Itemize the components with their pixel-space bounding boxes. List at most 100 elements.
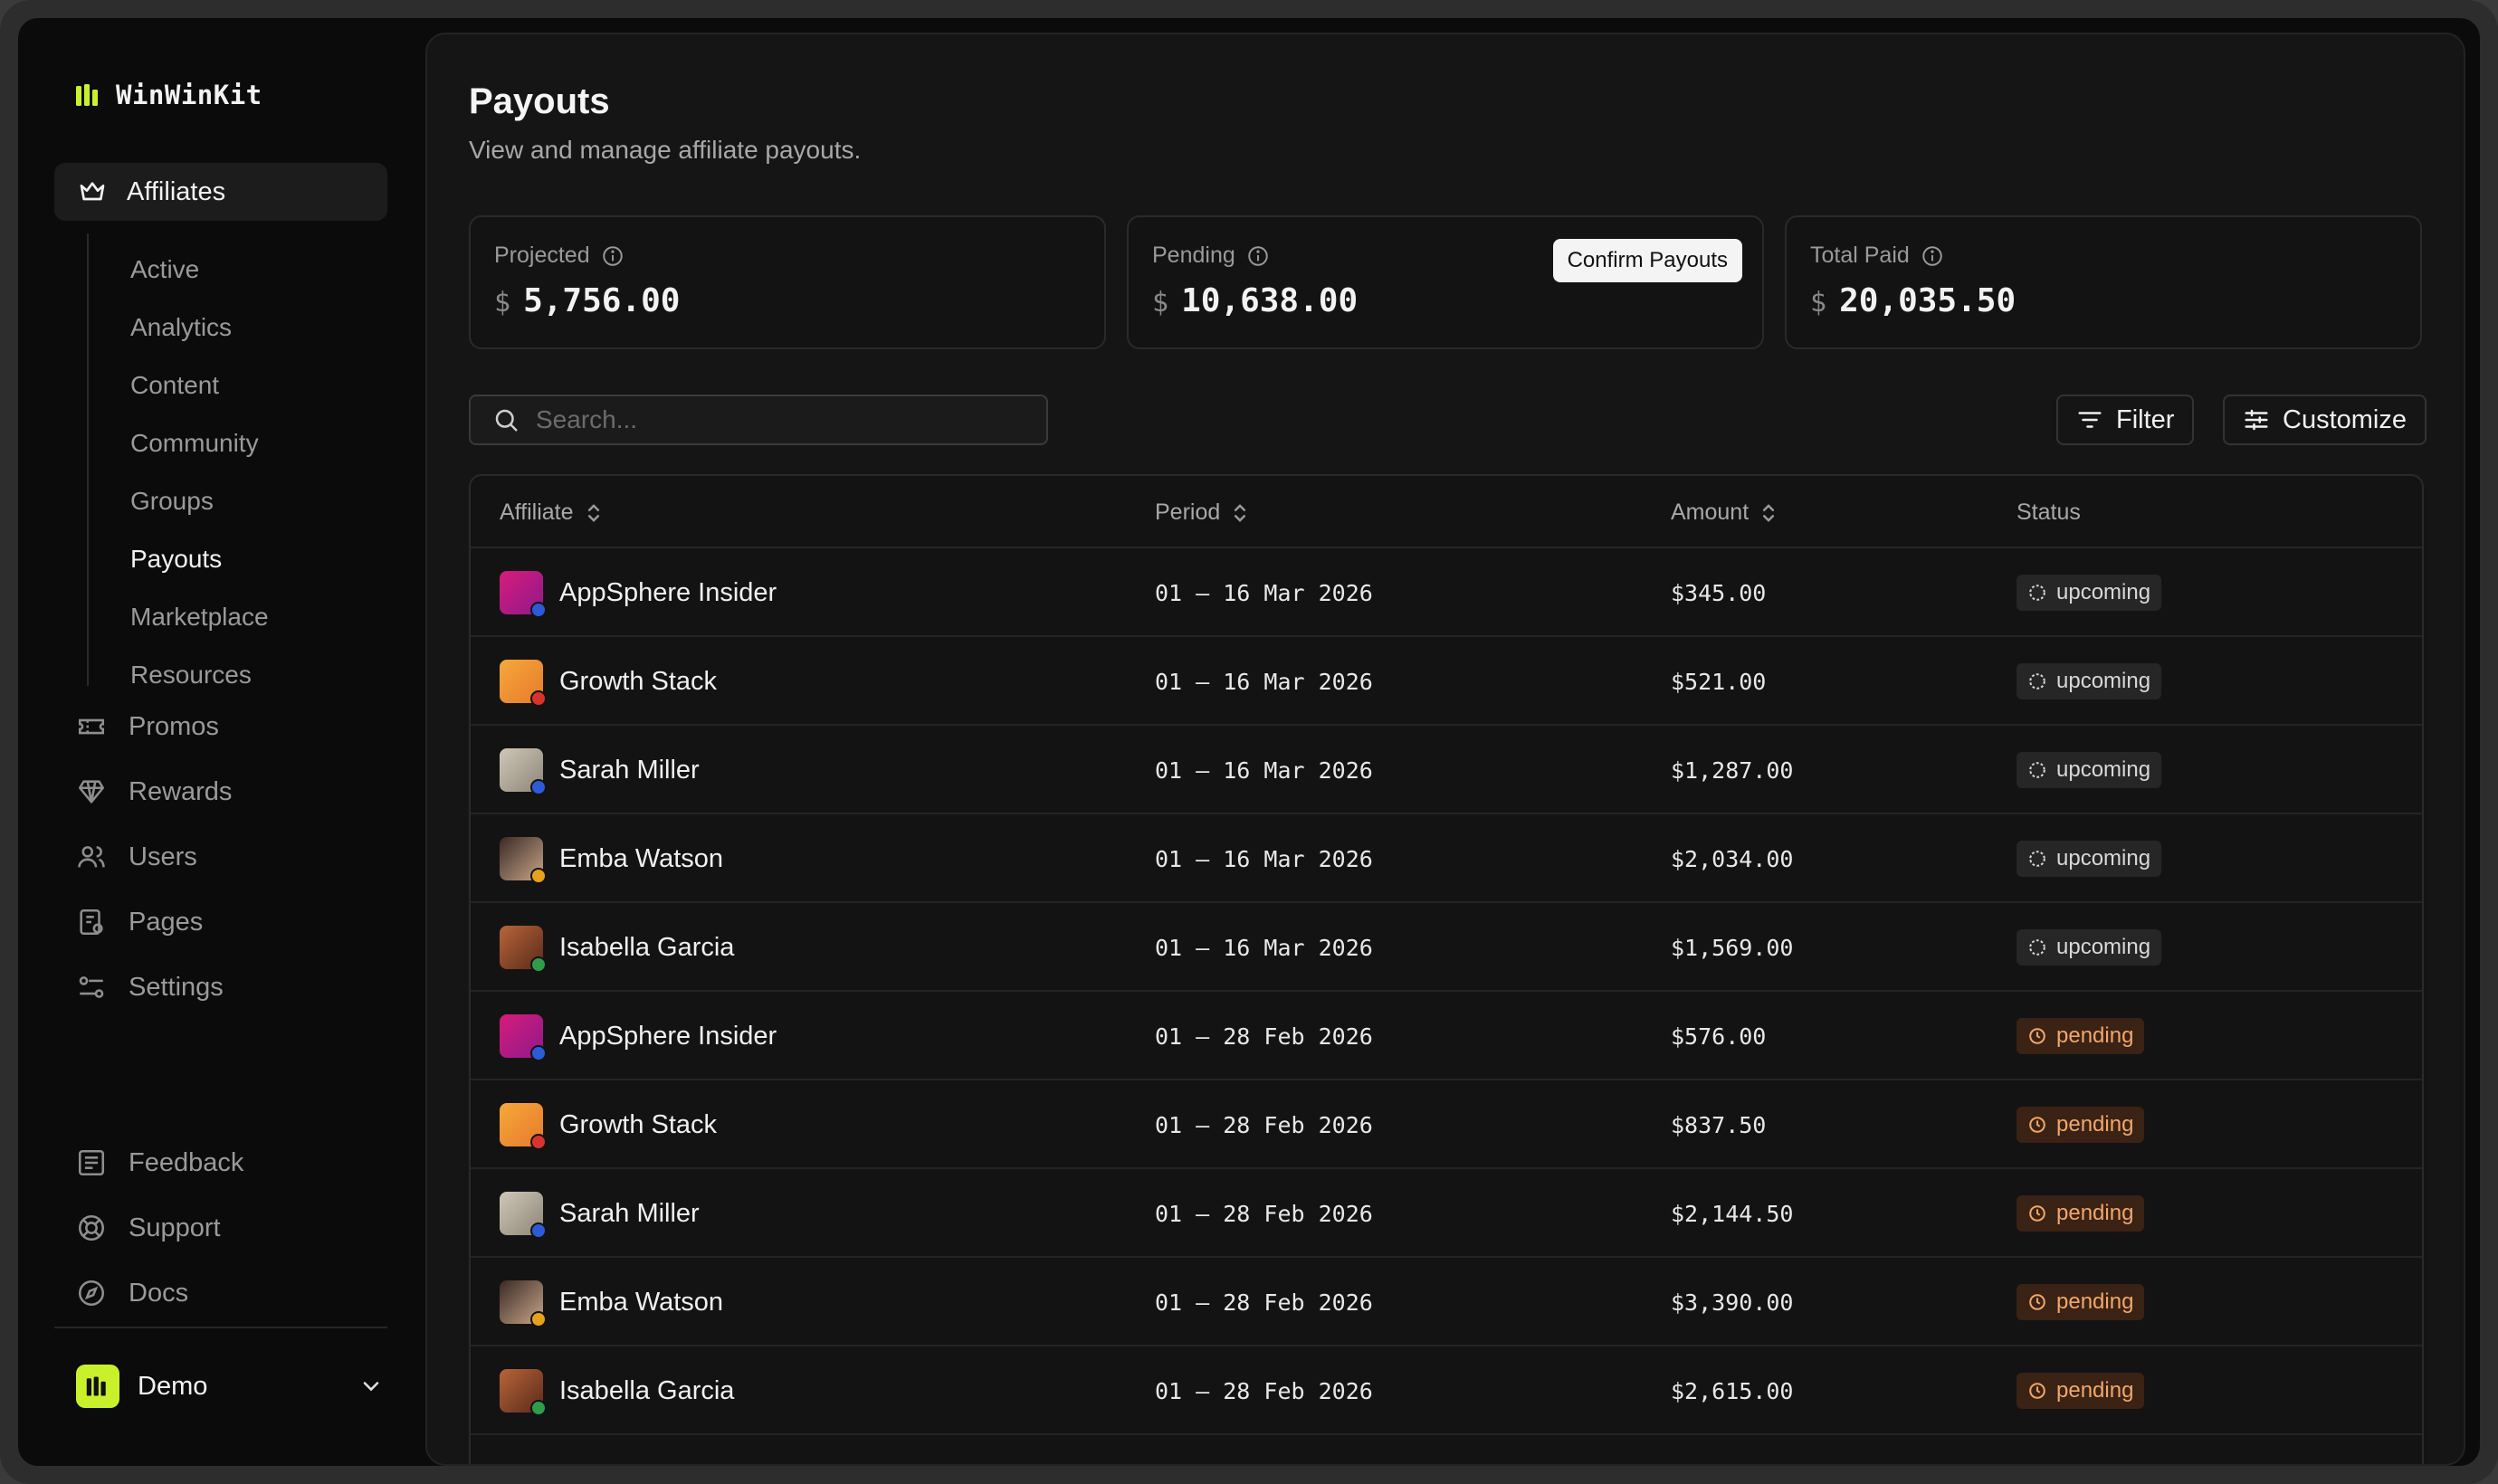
search-input[interactable]: Search...: [469, 395, 1048, 445]
period-cell: 01 – 16 Mar 2026: [1155, 548, 1373, 637]
affiliate-name[interactable]: Isabella Garcia: [559, 933, 734, 963]
sidebar-item-users[interactable]: Users: [76, 842, 197, 872]
status-label: pending: [2056, 1289, 2134, 1314]
status-label: pending: [2056, 1112, 2134, 1137]
column-header-affiliate[interactable]: Affiliate: [500, 499, 603, 526]
avatar: [500, 1280, 547, 1327]
status-cell: upcoming: [2017, 548, 2162, 637]
table-row[interactable]: Growth Stack 01 – 28 Feb 2026 $837.50 pe…: [471, 1080, 2422, 1169]
sidebar-item-docs[interactable]: Docs: [76, 1278, 188, 1308]
sidebar-item-affiliates[interactable]: Affiliates: [54, 163, 387, 221]
country-flag-icon: [530, 1045, 547, 1061]
info-icon[interactable]: [1246, 244, 1270, 268]
pending-card: Pending $ 10,638.00 Confirm Payouts: [1127, 215, 1764, 349]
table-row[interactable]: Isabella Garcia 01 – 16 Mar 2026 $1,569.…: [471, 903, 2422, 992]
sidebar-item-pages[interactable]: Pages: [76, 907, 203, 937]
sidebar-item-promos[interactable]: Promos: [76, 711, 219, 742]
table-row[interactable]: Emba Watson 01 – 28 Feb 2026 $3,390.00 p…: [471, 1258, 2422, 1346]
affiliate-name[interactable]: Growth Stack: [559, 1110, 717, 1140]
status-badge: upcoming: [2017, 752, 2162, 788]
avatar: [500, 837, 547, 884]
pending-label: Pending: [1152, 243, 1235, 268]
amount-cell: $1,569.00: [1671, 903, 1793, 992]
subnav-item-active[interactable]: Active: [130, 255, 199, 284]
sidebar-item-settings[interactable]: Settings: [76, 972, 224, 1003]
period-cell: 01 – 16 Mar 2026: [1155, 814, 1373, 903]
amount-cell: $2,034.00: [1671, 814, 1793, 903]
affiliate-cell: AppSphere Insider: [500, 992, 777, 1080]
affiliate-name[interactable]: Sarah Miller: [559, 756, 700, 785]
subnav-item-marketplace[interactable]: Marketplace: [130, 603, 269, 632]
period-cell: 01 – 16 Mar 2026: [1155, 637, 1373, 726]
affiliate-name[interactable]: Growth Stack: [559, 667, 717, 697]
sidebar-item-rewards[interactable]: Rewards: [76, 776, 232, 807]
subnav-item-resources[interactable]: Resources: [130, 661, 252, 690]
status-cell: pending: [2017, 1169, 2145, 1258]
brand[interactable]: WinWinKit: [74, 80, 262, 110]
subnav-item-payouts[interactable]: Payouts: [130, 545, 222, 574]
amount-cell: $1,287.00: [1671, 726, 1793, 814]
amount-cell: $521.00: [1671, 637, 1766, 726]
sidebar-item-feedback[interactable]: Feedback: [76, 1147, 243, 1178]
sliders-icon: [2245, 409, 2268, 431]
brand-logo-icon: [86, 1376, 106, 1396]
subnav-item-analytics[interactable]: Analytics: [130, 313, 232, 342]
affiliate-name[interactable]: AppSphere Insider: [559, 578, 777, 608]
status-badge: pending: [2017, 1018, 2145, 1054]
card-value: $ 20,035.50: [1810, 282, 2016, 319]
sidebar-item-label: Support: [129, 1213, 221, 1242]
device-frame: WinWinKit Affiliates Active Analytics Co…: [0, 0, 2498, 1484]
subnav-item-content[interactable]: Content: [130, 371, 219, 400]
affiliate-name[interactable]: Emba Watson: [559, 1288, 723, 1318]
filter-button[interactable]: Filter: [2056, 395, 2195, 445]
affiliate-name[interactable]: AppSphere Insider: [559, 1022, 777, 1051]
sidebar-item-label: Users: [129, 842, 197, 871]
customize-label: Customize: [2283, 404, 2407, 434]
ticket-icon: [78, 718, 105, 735]
search-placeholder: Search...: [536, 405, 638, 433]
main-content: Payouts View and manage affiliate payout…: [425, 33, 2465, 1466]
info-icon[interactable]: [1921, 244, 1944, 268]
pending-status-icon: [2029, 1383, 2045, 1399]
affiliate-name[interactable]: Isabella Garcia: [559, 1376, 734, 1406]
column-header-period[interactable]: Period: [1155, 499, 1249, 526]
table-row[interactable]: AppSphere Insider 01 – 28 Feb 2026 $576.…: [471, 992, 2422, 1080]
affiliate-cell: Isabella Garcia: [500, 1346, 734, 1435]
customize-button[interactable]: Customize: [2223, 395, 2426, 445]
table-row[interactable]: AppSphere Insider 01 – 16 Mar 2026 $345.…: [471, 548, 2422, 637]
column-header-status[interactable]: Status: [2017, 499, 2081, 526]
crown-icon: [80, 182, 105, 201]
period-cell: 01 – 28 Feb 2026: [1155, 1346, 1373, 1435]
country-flag-icon: [530, 956, 547, 973]
table-row[interactable]: Emba Watson 01 – 16 Mar 2026 $2,034.00 u…: [471, 814, 2422, 903]
sidebar-item-label: Docs: [129, 1278, 189, 1308]
amount-value: $837.50: [1671, 1111, 1767, 1138]
affiliate-name[interactable]: Emba Watson: [559, 844, 723, 874]
table-row[interactable]: Growth Stack 01 – 16 Mar 2026 $521.00 up…: [471, 637, 2422, 726]
total-paid-label: Total Paid: [1810, 243, 1910, 268]
search-icon: [495, 409, 518, 432]
sidebar-item-support[interactable]: Support: [76, 1213, 221, 1243]
period-value: 01 – 16 Mar 2026: [1155, 756, 1373, 784]
table-row[interactable]: Sarah Miller 01 – 16 Mar 2026 $1,287.00 …: [471, 726, 2422, 814]
affiliate-name[interactable]: Sarah Miller: [559, 1199, 700, 1229]
table-row[interactable]: Isabella Garcia 01 – 28 Feb 2026 $2,615.…: [471, 1346, 2422, 1435]
period-value: 01 – 16 Mar 2026: [1155, 845, 1373, 872]
column-label: Period: [1155, 499, 1221, 525]
subnav-item-community[interactable]: Community: [130, 429, 259, 458]
affiliate-cell: Growth Stack: [500, 1080, 717, 1169]
country-flag-icon: [530, 1134, 547, 1150]
info-icon[interactable]: [601, 244, 624, 268]
subnav-item-groups[interactable]: Groups: [130, 487, 214, 516]
status-label: pending: [2056, 1023, 2134, 1048]
pending-status-icon: [2029, 1117, 2045, 1133]
period-cell: 01 – 28 Feb 2026: [1155, 1169, 1373, 1258]
country-flag-icon: [530, 1222, 547, 1239]
table-row[interactable]: Sarah Miller 01 – 28 Feb 2026 $2,144.50 …: [471, 1169, 2422, 1258]
confirm-payouts-button[interactable]: Confirm Payouts: [1552, 239, 1742, 282]
settings-icon: [79, 976, 104, 998]
workspace-switcher[interactable]: Demo: [76, 1357, 384, 1415]
column-header-amount[interactable]: Amount: [1671, 499, 1778, 526]
avatar: [500, 1369, 547, 1416]
upcoming-status-icon: [2029, 851, 2045, 867]
